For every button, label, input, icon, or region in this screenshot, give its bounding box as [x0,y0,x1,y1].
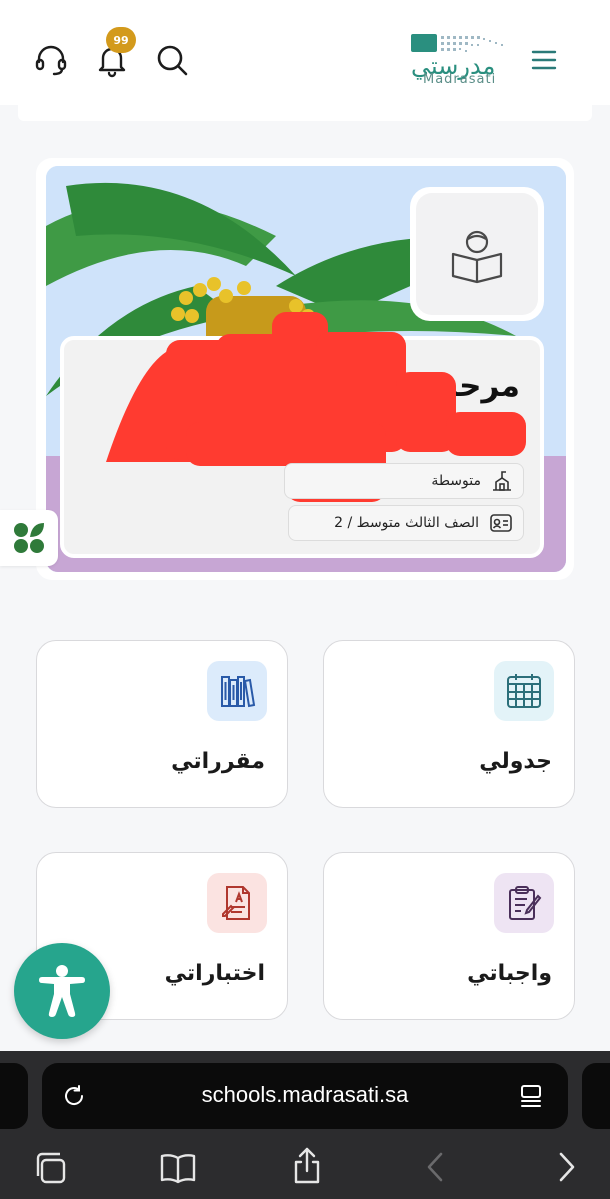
url-text[interactable]: schools.madrasati.sa [145,1082,465,1108]
tile-courses-label: مقرراتي [171,749,265,774]
class-chip: الصف الثالث متوسط / 2 [288,505,524,541]
quick-apps-widget[interactable] [0,510,58,566]
tile-icon-bg [494,873,554,933]
search-icon [157,45,188,76]
back-button[interactable] [420,1150,450,1184]
bookmarks-button[interactable] [158,1148,198,1188]
madrasati-logo[interactable]: مدرستي Madrasati [405,30,525,90]
chevron-left-icon [427,1152,443,1182]
id-card-icon [490,514,512,532]
student-avatar[interactable] [410,187,544,321]
tile-assignments-label: واجباتي [467,961,552,986]
student-reading-icon [451,230,503,284]
prev-tab-peek[interactable] [0,1063,28,1129]
tile-schedule-label: جدولي [479,749,552,774]
class-text: الصف الثالث متوسط / 2 [334,515,479,531]
avatar-frame [416,193,538,315]
apps-grid-icon [14,523,44,553]
bookmarks-book-icon [160,1154,196,1184]
tile-icon-bg [207,661,267,721]
exam-paper-icon [222,886,250,920]
tile-icon-bg [207,873,267,933]
reload-icon [65,1085,84,1105]
school-building-icon [493,471,511,491]
reload-button[interactable] [60,1082,88,1110]
tabs-icon [36,1152,66,1184]
tile-schedule[interactable]: جدولي [323,640,575,808]
forward-button[interactable] [552,1150,582,1184]
search-button[interactable] [150,38,194,82]
reader-icon [521,1085,541,1107]
support-headset-button[interactable] [29,38,73,82]
calendar-icon [507,674,541,708]
headset-icon [35,45,67,76]
tabs-button[interactable] [30,1148,70,1188]
school-level-text: متوسطة [431,473,481,489]
share-button[interactable] [287,1144,327,1188]
next-tab-peek[interactable] [582,1063,610,1129]
share-icon [294,1147,320,1184]
accessibility-button[interactable] [14,943,110,1039]
hamburger-menu-icon [531,50,557,70]
clipboard-icon [509,886,542,920]
main-menu-button[interactable] [522,38,566,82]
logo-text-english: Madrasati [423,72,497,87]
school-level-chip: متوسطة [284,463,524,499]
tile-icon-bg [494,661,554,721]
notification-count-badge: 99 [106,27,136,53]
accessibility-person-icon [39,965,85,1017]
tile-assignments[interactable]: واجباتي [323,852,575,1020]
books-icon [221,676,256,708]
reader-mode-button[interactable] [517,1082,545,1110]
tile-courses[interactable]: مقرراتي [36,640,288,808]
header-divider [18,105,592,121]
tile-exams-label: اختباراتي [164,961,265,986]
chevron-right-icon [559,1152,575,1182]
